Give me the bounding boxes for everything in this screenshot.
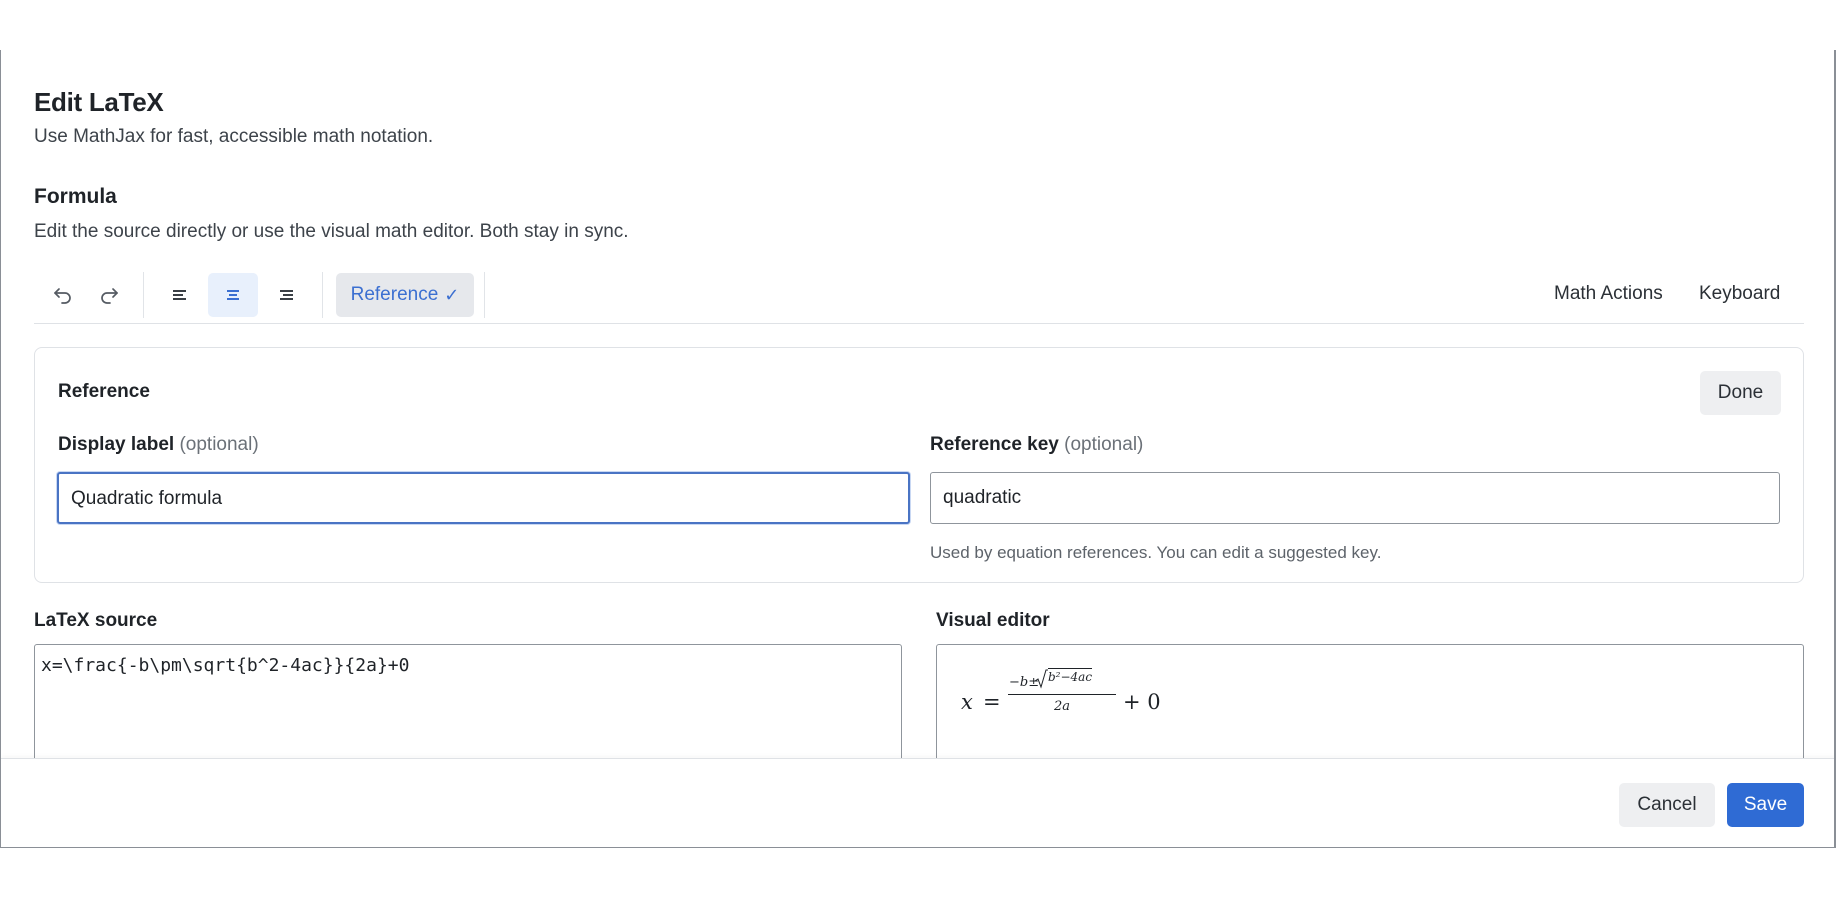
save-button[interactable]: Save bbox=[1727, 783, 1804, 827]
display-label-optional: (optional) bbox=[179, 434, 259, 455]
dialog-title: Edit LaTeX bbox=[34, 87, 164, 117]
math-actions-menu[interactable]: Math Actions bbox=[1554, 283, 1663, 305]
formula-denominator: 2a bbox=[1054, 699, 1071, 714]
formula-section-description: Edit the source directly or use the visu… bbox=[34, 221, 629, 242]
formula-lhs: x bbox=[961, 690, 973, 714]
reference-toggle-label: Reference bbox=[350, 284, 439, 305]
latex-source-textarea[interactable]: x=\frac{-b\pm\sqrt{b^2-4ac}}{2a}+0 bbox=[34, 644, 902, 764]
redo-button[interactable] bbox=[84, 273, 134, 317]
visual-math-editor[interactable]: x = −b± b²−4ac 2a + 0 bbox=[936, 644, 1804, 764]
toolbar-divider bbox=[143, 272, 144, 318]
align-right-button[interactable] bbox=[261, 273, 311, 317]
display-label-title: Display label bbox=[58, 434, 175, 455]
formula-radicand: b²−4ac bbox=[1048, 668, 1093, 684]
toolbar-divider bbox=[322, 272, 323, 318]
align-left-icon bbox=[173, 290, 186, 300]
check-icon: ✓ bbox=[444, 284, 460, 305]
align-center-icon bbox=[227, 290, 239, 300]
done-button[interactable]: Done bbox=[1700, 371, 1781, 415]
keyboard-toggle[interactable]: Keyboard bbox=[1699, 283, 1780, 305]
align-left-button[interactable] bbox=[155, 273, 205, 317]
formula-tail: + 0 bbox=[1123, 690, 1161, 714]
reference-panel-title: Reference bbox=[58, 381, 150, 402]
reference-toggle-button[interactable]: Reference ✓ bbox=[336, 273, 474, 317]
reference-key-input[interactable]: quadratic bbox=[930, 472, 1780, 524]
reference-key-field-label: Reference key (optional) bbox=[930, 434, 1143, 456]
toolbar-divider bbox=[484, 272, 485, 318]
dialog-footer: Cancel Save bbox=[1, 758, 1834, 847]
reference-key-title: Reference key bbox=[930, 434, 1059, 455]
latex-source-text: x=\frac{-b\pm\sqrt{b^2-4ac}}{2a}+0 bbox=[41, 655, 410, 676]
undo-button[interactable] bbox=[38, 273, 88, 317]
reference-key-helper-text: Used by equation references. You can edi… bbox=[930, 543, 1382, 562]
display-label-field-label: Display label (optional) bbox=[58, 434, 259, 456]
sqrt-icon bbox=[1034, 669, 1048, 689]
formula-fraction: −b± b²−4ac 2a bbox=[1008, 667, 1116, 717]
formula-section-title: Formula bbox=[34, 185, 117, 208]
align-center-button[interactable] bbox=[208, 273, 258, 317]
align-right-icon bbox=[280, 290, 293, 300]
redo-icon bbox=[101, 288, 118, 304]
formula-toolbar: Reference ✓ Math Actions Keyboard bbox=[34, 270, 1804, 324]
cancel-button[interactable]: Cancel bbox=[1619, 783, 1715, 827]
rendered-formula: x = −b± b²−4ac 2a + 0 bbox=[959, 659, 1259, 729]
visual-editor-label: Visual editor bbox=[936, 610, 1050, 631]
formula-equals: = bbox=[983, 690, 1001, 714]
fraction-bar bbox=[1008, 694, 1116, 695]
reference-key-optional: (optional) bbox=[1064, 434, 1144, 455]
latex-source-label: LaTeX source bbox=[34, 610, 158, 631]
display-label-input[interactable]: Quadratic formula bbox=[57, 472, 910, 524]
undo-icon bbox=[54, 288, 71, 304]
reference-panel: Reference Done Display label (optional) … bbox=[34, 347, 1804, 583]
dialog-subtitle: Use MathJax for fast, accessible math no… bbox=[34, 126, 434, 147]
edit-latex-dialog: Edit LaTeX Use MathJax for fast, accessi… bbox=[0, 50, 1836, 848]
